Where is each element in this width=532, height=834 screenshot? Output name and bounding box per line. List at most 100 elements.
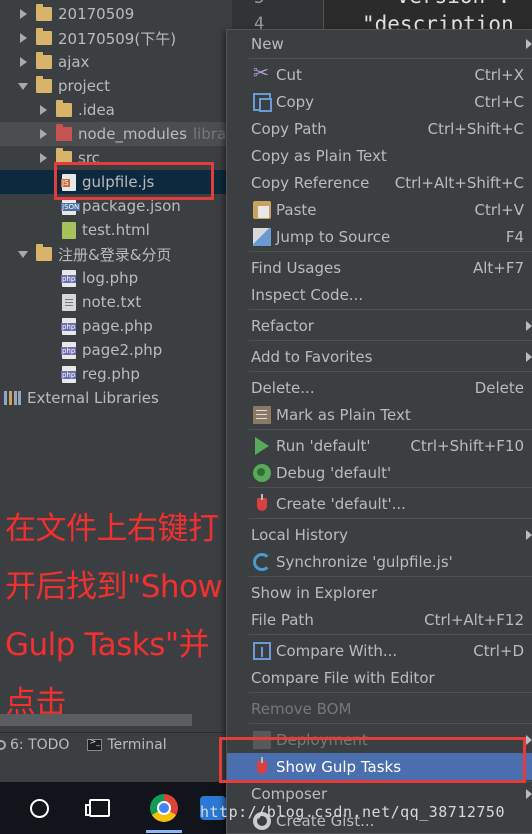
blog-watermark: http://blog.csdn.net/qq_38712750 — [200, 803, 505, 821]
menu-item-label: Show in Explorer — [251, 583, 378, 602]
text-file-icon — [62, 293, 76, 311]
synchronize-icon — [253, 553, 271, 571]
tree-item-node-modules[interactable]: node_modules libra — [0, 122, 232, 146]
tree-item-ajax[interactable]: ajax — [0, 50, 232, 74]
tree-item-label: 20170509 — [58, 5, 135, 23]
menu-item-paste[interactable]: Paste Ctrl+V — [227, 196, 532, 223]
annotation-line: Gulp Tasks"并 — [5, 627, 210, 663]
menu-item-label: Mark as Plain Text — [276, 405, 411, 424]
code-editor[interactable]: 3 4 "version": " "description — [232, 0, 532, 30]
menu-separator — [249, 692, 532, 693]
menu-separator — [249, 634, 532, 635]
tree-item-label: 20170509(下午) — [58, 29, 177, 48]
menu-item-label: Compare With... — [276, 641, 398, 660]
tree-item-label: note.txt — [82, 293, 142, 311]
tree-item-note-txt[interactable]: note.txt — [0, 290, 232, 314]
editor-gutter — [232, 0, 324, 30]
menu-item-shortcut: Delete — [474, 378, 524, 397]
menu-item-copy-plain-text[interactable]: Copy as Plain Text — [227, 142, 532, 169]
tree-item-label: reg.php — [82, 365, 140, 383]
menu-item-add-to-favorites[interactable]: Add to Favorites — [227, 343, 532, 370]
menu-item-shortcut: Ctrl+D — [473, 641, 524, 660]
menu-item-compare-with[interactable]: Compare With... Ctrl+D — [227, 637, 532, 664]
menu-separator — [249, 58, 532, 59]
jump-to-source-icon — [253, 228, 271, 246]
menu-item-refactor[interactable]: Refactor — [227, 312, 532, 339]
menu-item-jump-to-source[interactable]: Jump to Source F4 — [227, 223, 532, 250]
menu-item-compare-file-with-editor[interactable]: Compare File with Editor — [227, 664, 532, 691]
expand-arrow-icon[interactable] — [18, 33, 28, 43]
todo-tool-button[interactable]: 6: TODO — [0, 737, 69, 753]
menu-item-copy[interactable]: Copy Ctrl+C — [227, 88, 532, 115]
tree-item-test-html[interactable]: test.html — [0, 218, 232, 242]
menu-item-create-default[interactable]: Create 'default'... — [227, 490, 532, 517]
tree-item-reg-php[interactable]: php reg.php — [0, 362, 232, 386]
compare-icon — [253, 642, 271, 660]
tree-item-idea[interactable]: .idea — [0, 98, 232, 122]
submenu-arrow-icon — [526, 735, 532, 745]
expand-arrow-icon[interactable] — [18, 9, 28, 19]
tree-item-register-login[interactable]: 注册&登录&分页 — [0, 242, 232, 266]
menu-item-shortcut: Ctrl+C — [474, 92, 524, 111]
tree-item-label: page.php — [82, 317, 153, 335]
folder-icon — [36, 244, 52, 261]
menu-item-label: Local History — [251, 525, 349, 544]
menu-item-inspect-code[interactable]: Inspect Code... — [227, 281, 532, 308]
menu-item-shortcut: F4 — [505, 227, 524, 246]
collapse-arrow-icon[interactable] — [18, 249, 28, 259]
expand-arrow-icon[interactable] — [18, 57, 28, 67]
menu-item-label: Find Usages — [251, 258, 342, 277]
tree-item-label: test.html — [82, 221, 150, 239]
copy-icon — [253, 93, 272, 112]
menu-item-shortcut: Ctrl+X — [474, 65, 524, 84]
tree-item-20170509[interactable]: 20170509 — [0, 2, 232, 26]
menu-item-label: Debug 'default' — [276, 463, 392, 482]
tree-item-external-libraries[interactable]: External Libraries — [0, 386, 232, 410]
menu-item-run-default[interactable]: Run 'default' Ctrl+Shift+F10 — [227, 432, 532, 459]
horizontal-scrollbar[interactable] — [0, 714, 192, 726]
show-gulp-tasks-highlight-box — [219, 737, 526, 783]
menu-item-debug-default[interactable]: Debug 'default' — [227, 459, 532, 486]
menu-item-copy-path[interactable]: Copy Path Ctrl+Shift+C — [227, 115, 532, 142]
menu-item-mark-plain-text[interactable]: Mark as Plain Text — [227, 401, 532, 428]
run-icon — [253, 437, 271, 455]
tree-item-label: 注册&登录&分页 — [58, 245, 172, 264]
menu-item-label: Delete... — [251, 378, 315, 397]
menu-item-cut[interactable]: Cut Ctrl+X — [227, 61, 532, 88]
tree-item-page2-php[interactable]: php page2.php — [0, 338, 232, 362]
annotation-line: 开后找到"Show — [5, 569, 223, 605]
menu-item-local-history[interactable]: Local History — [227, 521, 532, 548]
collapse-arrow-icon[interactable] — [18, 81, 28, 91]
chrome-icon[interactable] — [150, 794, 178, 822]
code-line: "description — [362, 12, 514, 30]
tree-item-project[interactable]: project — [0, 74, 232, 98]
menu-item-show-in-explorer[interactable]: Show in Explorer — [227, 579, 532, 606]
tree-item-log-php[interactable]: php log.php — [0, 266, 232, 290]
menu-item-file-path[interactable]: File Path Ctrl+Alt+F12 — [227, 606, 532, 633]
excluded-folder-icon — [56, 124, 72, 141]
expand-arrow-icon[interactable] — [38, 105, 48, 115]
todo-icon — [0, 739, 6, 750]
tree-item-page-php[interactable]: php page.php — [0, 314, 232, 338]
expand-arrow-icon[interactable] — [38, 153, 48, 163]
menu-item-find-usages[interactable]: Find Usages Alt+F7 — [227, 254, 532, 281]
menu-item-shortcut: Ctrl+Shift+F10 — [410, 436, 524, 455]
menu-item-new[interactable]: New — [227, 30, 532, 57]
menu-item-label: Compare File with Editor — [251, 668, 435, 687]
task-view-icon[interactable] — [85, 799, 110, 817]
php-file-icon: php — [61, 269, 77, 287]
menu-item-delete[interactable]: Delete... Delete — [227, 374, 532, 401]
menu-item-synchronize[interactable]: Synchronize 'gulpfile.js' — [227, 548, 532, 575]
menu-item-label: Add to Favorites — [251, 347, 373, 366]
terminal-tool-button[interactable]: Terminal — [87, 737, 167, 753]
menu-item-copy-reference[interactable]: Copy Reference Ctrl+Alt+Shift+C — [227, 169, 532, 196]
todo-label: 6: TODO — [10, 736, 70, 753]
libraries-icon — [4, 391, 21, 405]
library-root-label: libra — [192, 125, 227, 143]
line-number: 4 — [254, 14, 265, 30]
expand-arrow-icon[interactable] — [38, 129, 48, 139]
tree-item-20170509-afternoon[interactable]: 20170509(下午) — [0, 26, 232, 50]
cortana-search-icon[interactable] — [30, 799, 49, 818]
menu-item-shortcut: Ctrl+Shift+C — [427, 119, 524, 138]
menu-separator — [249, 487, 532, 488]
